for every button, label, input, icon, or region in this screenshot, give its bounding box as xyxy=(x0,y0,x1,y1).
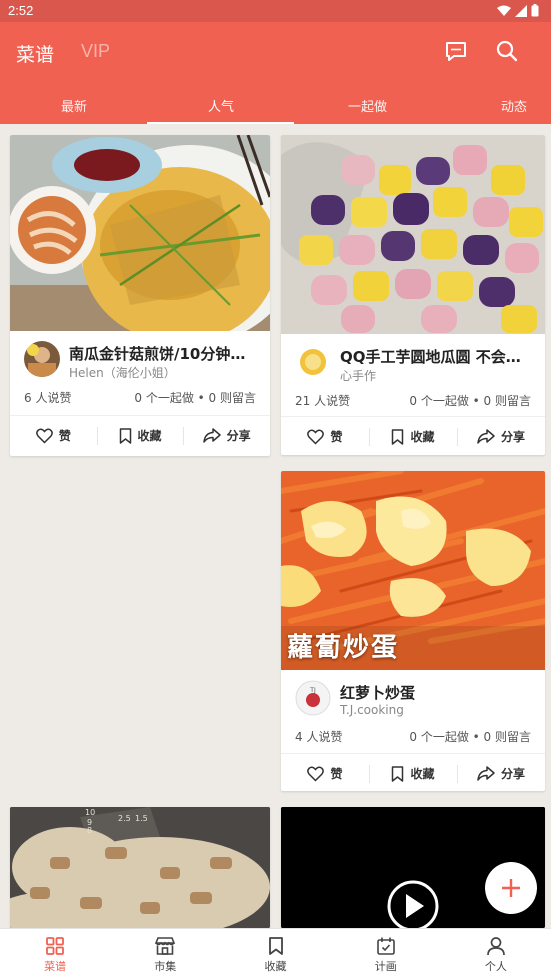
person-icon xyxy=(487,936,505,955)
nav-label: 计画 xyxy=(374,959,397,973)
nav-label: 市集 xyxy=(154,959,177,973)
status-time: 2:52 xyxy=(8,3,34,18)
nav-label: 收藏 xyxy=(264,959,287,973)
battery-icon xyxy=(531,4,539,17)
share-label: 分享 xyxy=(500,430,525,444)
recipe-title[interactable]: QQ手工芋圆地瓜圆 不会… xyxy=(340,346,535,367)
recipe-photo[interactable]: 10 9 8 2.5 1.5 xyxy=(10,807,270,928)
wifi-icon xyxy=(497,5,511,16)
add-recipe-button[interactable] xyxy=(485,862,537,914)
category-tabs: 最新 人气 一起做 动态 xyxy=(0,92,551,124)
author-avatar[interactable] xyxy=(295,344,331,380)
like-label: 赞 xyxy=(330,767,343,781)
like-count: 4 人说赞 xyxy=(295,730,343,744)
share-button[interactable]: 分享 xyxy=(457,417,545,455)
search-icon[interactable] xyxy=(494,38,520,64)
collect-label: 收藏 xyxy=(137,429,162,443)
play-icon[interactable] xyxy=(386,879,440,928)
recipe-card[interactable]: 10 9 8 2.5 1.5 xyxy=(10,807,270,928)
author-avatar[interactable]: TJ xyxy=(295,680,331,716)
collect-button[interactable]: 收藏 xyxy=(96,416,184,455)
recipe-card[interactable]: 蘿蔔炒蛋 TJ 红萝卜炒蛋 T.J.cooking 4 人说赞 0 个一起做 •… xyxy=(281,471,545,791)
message-icon[interactable] xyxy=(443,38,469,64)
recipe-stats: 0 个一起做 • 0 则留言 xyxy=(409,394,531,408)
brand-title[interactable]: 菜谱 xyxy=(16,40,54,67)
like-button[interactable]: 赞 xyxy=(10,416,97,455)
bookmark-icon xyxy=(119,427,131,444)
bottom-navigation: 菜谱 市集 收藏 计画 个人 xyxy=(0,928,551,980)
share-icon xyxy=(202,428,221,443)
bookmark-icon xyxy=(392,428,404,445)
like-button[interactable]: 赞 xyxy=(281,754,369,791)
share-button[interactable]: 分享 xyxy=(183,416,270,455)
collect-button[interactable]: 收藏 xyxy=(369,754,457,791)
recipe-photo[interactable]: 蘿蔔炒蛋 xyxy=(281,471,545,670)
signal-icon xyxy=(515,4,527,17)
status-bar: 2:52 xyxy=(0,0,551,22)
share-button[interactable]: 分享 xyxy=(457,754,545,791)
author-name[interactable]: 心手作 xyxy=(340,367,376,384)
recipe-title[interactable]: 南瓜金针菇煎饼/10分钟… xyxy=(69,343,260,364)
recipe-title[interactable]: 红萝卜炒蛋 xyxy=(340,682,535,703)
tab-cook-together[interactable]: 一起做 xyxy=(348,96,387,115)
card-actions: 赞 收藏 分享 xyxy=(281,753,545,791)
active-tab-indicator xyxy=(147,122,294,124)
status-icons xyxy=(497,4,539,17)
like-button[interactable]: 赞 xyxy=(281,417,369,455)
svg-text:2.5: 2.5 xyxy=(118,814,131,823)
vip-tab[interactable]: VIP xyxy=(81,41,110,62)
like-count: 21 人说赞 xyxy=(295,394,351,408)
collect-label: 收藏 xyxy=(410,430,435,444)
nav-market[interactable]: 市集 xyxy=(110,929,220,980)
heart-icon xyxy=(307,766,325,782)
recipe-photo[interactable] xyxy=(281,135,545,334)
heart-icon xyxy=(35,428,53,444)
bookmark-icon xyxy=(392,765,404,782)
share-label: 分享 xyxy=(500,767,525,781)
grid-icon xyxy=(46,936,64,955)
share-label: 分享 xyxy=(226,429,251,443)
recipe-stats: 0 个一起做 • 0 则留言 xyxy=(134,391,256,405)
plus-icon xyxy=(502,879,520,897)
collect-label: 收藏 xyxy=(410,767,435,781)
tab-activity[interactable]: 动态 xyxy=(501,96,527,115)
like-label: 赞 xyxy=(58,429,71,443)
recipe-stats: 0 个一起做 • 0 则留言 xyxy=(409,730,531,744)
nav-label: 菜谱 xyxy=(44,959,67,973)
svg-text:10: 10 xyxy=(85,808,95,817)
svg-text:TJ: TJ xyxy=(309,687,316,694)
svg-text:8: 8 xyxy=(87,826,92,835)
nav-label: 个人 xyxy=(484,959,507,973)
nav-collections[interactable]: 收藏 xyxy=(220,929,330,980)
like-count: 6 人说赞 xyxy=(24,391,72,405)
share-icon xyxy=(477,429,495,444)
card-actions: 赞 收藏 分享 xyxy=(281,416,545,455)
recipe-card[interactable]: 南瓜金针菇煎饼/10分钟… Helen（海伦小姐） 6 人说赞 0 个一起做 •… xyxy=(10,135,270,456)
like-label: 赞 xyxy=(330,430,343,444)
calendar-icon xyxy=(376,937,395,955)
share-icon xyxy=(477,766,495,781)
photo-overlay-caption: 蘿蔔炒蛋 xyxy=(287,633,400,663)
author-name[interactable]: Helen（海伦小姐） xyxy=(69,364,176,381)
heart-icon xyxy=(307,429,325,445)
author-avatar[interactable] xyxy=(24,341,60,377)
bookmark-icon xyxy=(268,936,283,955)
nav-recipes[interactable]: 菜谱 xyxy=(0,929,110,980)
recipe-photo[interactable] xyxy=(10,135,270,331)
tab-popular[interactable]: 人气 xyxy=(208,96,234,115)
collect-button[interactable]: 收藏 xyxy=(369,417,457,455)
store-icon xyxy=(155,936,176,955)
nav-profile[interactable]: 个人 xyxy=(441,929,551,980)
card-actions: 赞 收藏 分享 xyxy=(10,415,270,455)
tab-latest[interactable]: 最新 xyxy=(61,96,87,115)
author-name[interactable]: T.J.cooking xyxy=(340,703,404,717)
svg-text:1.5: 1.5 xyxy=(135,814,148,823)
recipe-card[interactable]: QQ手工芋圆地瓜圆 不会… 心手作 21 人说赞 0 个一起做 • 0 则留言 … xyxy=(281,135,545,455)
nav-plan[interactable]: 计画 xyxy=(331,929,441,980)
app-header: 菜谱 VIP 最新 人气 一起做 动态 xyxy=(0,22,551,124)
